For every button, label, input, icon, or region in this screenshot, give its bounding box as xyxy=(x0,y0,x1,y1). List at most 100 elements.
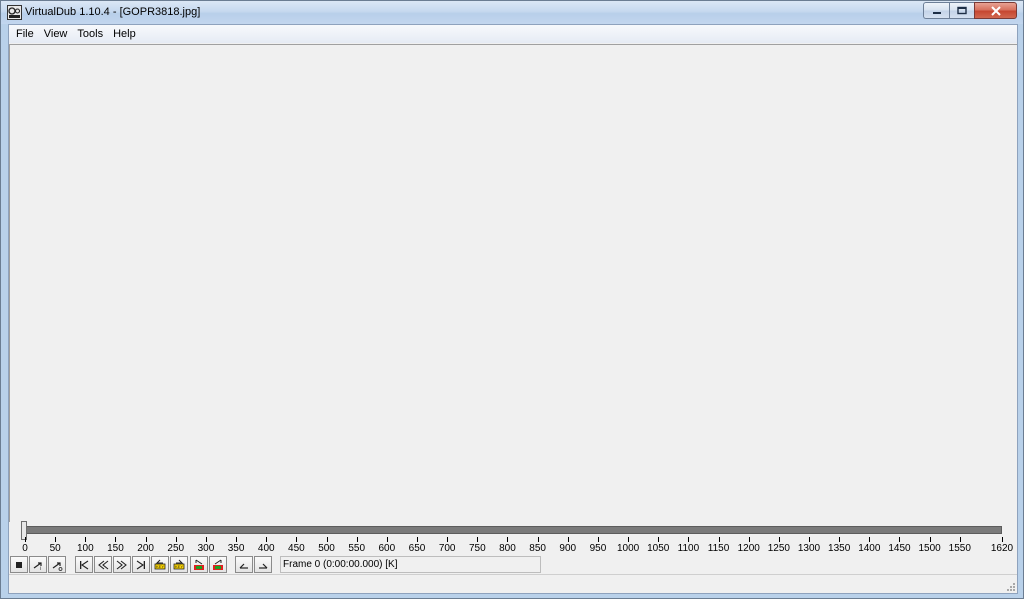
timeline-tick xyxy=(115,537,117,542)
timeline-tick-label: 1150 xyxy=(707,543,730,554)
timeline-tick-label: 1350 xyxy=(828,543,851,554)
menu-view[interactable]: View xyxy=(39,25,73,43)
timeline-tick xyxy=(356,537,358,542)
svg-text:KEY: KEY xyxy=(156,564,164,569)
timeline-tick-label: 600 xyxy=(378,543,396,554)
timeline-tick-label: 200 xyxy=(137,543,154,554)
next-scene-button[interactable] xyxy=(209,556,227,573)
timeline-ticks: 0 50 100 150 200 250 300 350 400 450 500 550 600 650 7… xyxy=(9,537,1017,557)
timeline-tick xyxy=(175,537,177,542)
position-track[interactable] xyxy=(24,526,1002,534)
timeline-tick xyxy=(628,537,630,542)
virtualdub-app-icon[interactable] xyxy=(7,5,22,20)
menu-file[interactable]: File xyxy=(11,25,39,43)
main-window: VirtualDub 1.10.4 - [GOPR3818.jpg] File … xyxy=(0,0,1024,599)
timeline-tick-label: 1200 xyxy=(737,543,760,554)
timeline-tick-label: 550 xyxy=(348,543,366,554)
mark-in-button[interactable] xyxy=(235,556,253,573)
timeline-tick-label: 250 xyxy=(167,543,185,554)
play-output-button[interactable] xyxy=(48,556,66,573)
frame-status: Frame 0 (0:00:00.000) [K] xyxy=(280,556,541,573)
timeline-tick-label: 700 xyxy=(438,543,456,554)
playback-toolbar: Frame 0 (0:00:00.000) [K] i KEY KEY xyxy=(9,556,1017,573)
step-forward-icon xyxy=(116,560,127,569)
timeline-tick-label: 1450 xyxy=(888,543,911,554)
timeline-tick xyxy=(386,537,388,542)
timeline-tick xyxy=(296,537,298,542)
timeline-tick-label: 100 xyxy=(76,543,94,554)
timeline-tick-label: 1100 xyxy=(677,543,700,554)
timeline-tick xyxy=(959,537,961,542)
timeline-tick xyxy=(869,537,871,542)
restore-button[interactable] xyxy=(949,2,974,19)
timeline-tick-label: 1400 xyxy=(858,543,881,554)
menu-bar: File View Tools Help xyxy=(9,25,1017,43)
go-to-start-icon xyxy=(80,560,89,569)
timeline-tick-label: 650 xyxy=(408,543,426,554)
timeline-tick-label: 50 xyxy=(49,543,61,554)
timeline-tick xyxy=(718,537,720,542)
timeline-tick xyxy=(1002,537,1003,542)
previous-scene-button[interactable] xyxy=(190,556,208,573)
next-keyframe-icon: KEY xyxy=(173,559,185,569)
timeline-tick-label: 1620 xyxy=(990,543,1014,554)
video-pane-area xyxy=(9,44,1017,522)
timeline-tick xyxy=(447,537,449,542)
timeline-tick-label: 350 xyxy=(227,543,245,554)
timeline-tick xyxy=(658,537,660,542)
timeline-tick xyxy=(839,537,841,542)
timeline-tick xyxy=(145,537,147,542)
timeline-tick xyxy=(899,537,901,542)
mark-in-icon xyxy=(239,563,248,569)
previous-keyframe-icon: KEY xyxy=(154,559,166,569)
timeline-tick-label: 1300 xyxy=(797,543,821,554)
timeline-tick-label: 0 xyxy=(22,543,28,554)
timeline-tick xyxy=(778,537,780,542)
timeline-tick-label: 450 xyxy=(288,543,305,554)
minimize-button[interactable] xyxy=(923,2,949,19)
timeline-tick-label: 750 xyxy=(468,543,486,554)
timeline-tick xyxy=(266,537,268,542)
timeline-tick-label: 950 xyxy=(589,543,607,554)
timeline-tick xyxy=(326,537,328,542)
timeline-tick xyxy=(417,537,418,542)
timeline-tick xyxy=(748,537,750,542)
menu-help[interactable]: Help xyxy=(108,25,141,43)
timeline-tick xyxy=(537,537,539,542)
timeline-tick-label: 1250 xyxy=(767,543,790,554)
status-bar xyxy=(9,574,1017,593)
title-bar[interactable]: VirtualDub 1.10.4 - [GOPR3818.jpg] xyxy=(1,1,1023,24)
close-button[interactable] xyxy=(974,2,1017,19)
go-to-end-button[interactable] xyxy=(132,556,150,573)
restore-icon xyxy=(957,6,967,15)
step-backward-button[interactable] xyxy=(94,556,112,573)
timeline-tick-label: 900 xyxy=(559,543,577,554)
next-keyframe-button[interactable]: KEY xyxy=(170,556,188,573)
resize-grip-icon[interactable] xyxy=(1004,580,1016,592)
timeline-tick-label: 1500 xyxy=(918,543,941,554)
svg-text:i: i xyxy=(40,566,41,571)
timeline-tick-label: 1550 xyxy=(948,543,971,554)
step-forward-button[interactable] xyxy=(113,556,131,573)
play-input-button[interactable]: i xyxy=(29,556,47,573)
minimize-icon xyxy=(932,11,941,14)
timeline-tick-label: 850 xyxy=(529,543,546,554)
stop-icon xyxy=(16,561,22,568)
timeline-tick xyxy=(25,537,26,542)
go-to-start-button[interactable] xyxy=(75,556,93,573)
mark-out-button[interactable] xyxy=(254,556,272,573)
play-output-icon xyxy=(52,561,63,571)
timeline-tick xyxy=(809,537,810,542)
timeline-tick-label: 1050 xyxy=(647,543,670,554)
timeline-tick-label: 800 xyxy=(499,543,516,554)
timeline-tick xyxy=(688,537,690,542)
stop-button[interactable] xyxy=(10,556,28,573)
timeline-tick xyxy=(477,537,479,542)
previous-keyframe-button[interactable]: KEY xyxy=(151,556,169,573)
svg-text:KEY: KEY xyxy=(175,564,183,569)
timeline-tick xyxy=(929,537,931,542)
menu-tools[interactable]: Tools xyxy=(72,25,108,43)
timeline-tick-label: 150 xyxy=(107,543,124,554)
close-icon xyxy=(990,5,1001,16)
timeline-tick xyxy=(205,537,207,542)
